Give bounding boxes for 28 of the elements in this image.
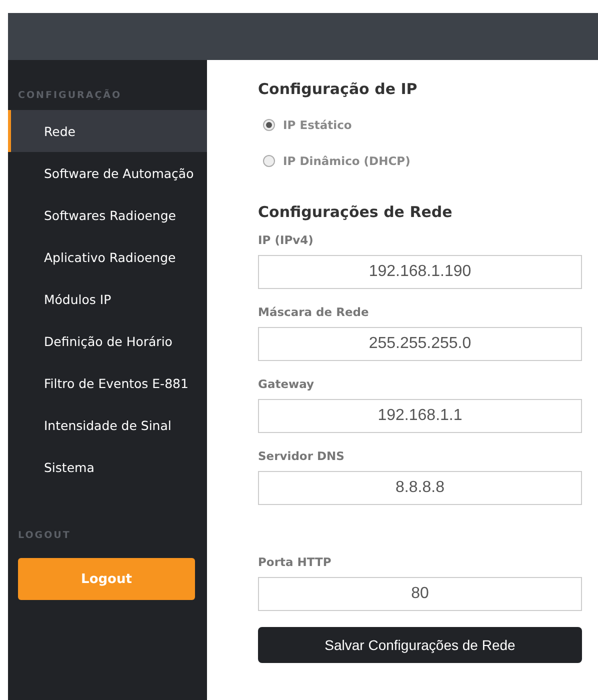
field-label: Servidor DNS (258, 449, 346, 463)
input-field[interactable]: 192.168.1.190 (258, 255, 582, 289)
field-label: Porta HTTP (258, 555, 332, 569)
sidebar-item[interactable]: Rede (8, 110, 207, 152)
field-label: Gateway (258, 377, 316, 391)
radio-button[interactable] (263, 155, 275, 167)
input-field[interactable]: 8.8.8.8 (258, 471, 582, 505)
radio-label: IP Dinâmico (DHCP) (283, 154, 410, 168)
field-label: IP (IPv4) (258, 233, 314, 247)
section-label: LOGOUT (17, 530, 72, 541)
section-label: CONFIGURAÇÃO (17, 90, 123, 101)
sidebar-item[interactable]: Filtro de Eventos E-881 (8, 362, 207, 404)
section-title: Configuração de IP (258, 80, 418, 98)
field-label: Máscara de Rede (258, 305, 370, 319)
input-field[interactable]: 192.168.1.1 (258, 399, 582, 433)
sidebar-item[interactable]: Sistema (8, 446, 207, 488)
sidebar-item[interactable]: Definição de Horário (8, 320, 207, 362)
sidebar-item[interactable]: Módulos IP (8, 278, 207, 320)
radio-label: IP Estático (283, 118, 352, 132)
sidebar-item[interactable]: Aplicativo Radioenge (8, 236, 207, 278)
input-field[interactable]: 255.255.255.0 (258, 327, 582, 361)
sidebar-item[interactable]: Softwares Radioenge (8, 194, 207, 236)
sidebar-item[interactable]: Software de Automação (8, 152, 207, 194)
radio-button[interactable] (263, 119, 275, 131)
section-title: Configurações de Rede (258, 203, 454, 221)
sidebar-item[interactable]: Intensidade de Sinal (8, 404, 207, 446)
input-field[interactable]: 80 (258, 577, 582, 611)
save-button[interactable]: Salvar Configurações de Rede (258, 627, 582, 663)
